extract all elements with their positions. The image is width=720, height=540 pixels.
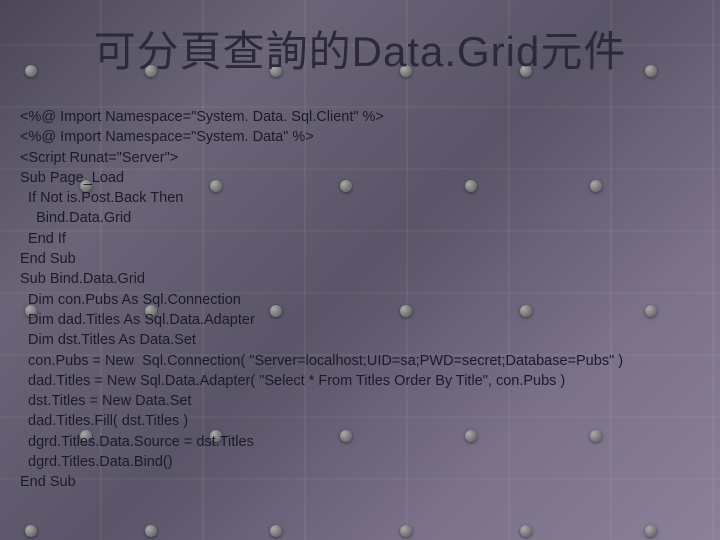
- mesh-node: [270, 525, 282, 537]
- code-line: Dim dad.Titles As Sql.Data.Adapter: [20, 312, 255, 328]
- slide-title: 可分頁查詢的Data.Grid元件: [0, 0, 720, 79]
- code-line: End If: [20, 231, 66, 247]
- mesh-node: [400, 525, 412, 537]
- mesh-node: [645, 525, 657, 537]
- code-line: End Sub: [20, 474, 76, 490]
- code-line: dgrd.Titles.Data.Source = dst.Titles: [20, 434, 254, 450]
- code-line: <Script Runat="Server">: [20, 150, 178, 166]
- code-line: dad.Titles = New Sql.Data.Adapter( "Sele…: [20, 373, 565, 389]
- code-line: Dim con.Pubs As Sql.Connection: [20, 292, 241, 308]
- mesh-node: [520, 525, 532, 537]
- mesh-node: [145, 525, 157, 537]
- code-line: dst.Titles = New Data.Set: [20, 393, 192, 409]
- code-line: Dim dst.Titles As Data.Set: [20, 332, 196, 348]
- code-block: <%@ Import Namespace="System. Data. Sql.…: [0, 79, 720, 493]
- code-line: Sub Page_Load: [20, 170, 124, 186]
- code-line: Bind.Data.Grid: [20, 210, 131, 226]
- code-line: <%@ Import Namespace="System. Data" %>: [20, 129, 314, 145]
- code-line: End Sub: [20, 251, 76, 267]
- code-line: If Not is.Post.Back Then: [20, 190, 183, 206]
- code-line: con.Pubs = New Sql.Connection( "Server=l…: [20, 353, 623, 369]
- mesh-node: [25, 525, 37, 537]
- code-line: Sub Bind.Data.Grid: [20, 271, 145, 287]
- code-line: <%@ Import Namespace="System. Data. Sql.…: [20, 109, 384, 125]
- code-line: dgrd.Titles.Data.Bind(): [20, 454, 173, 470]
- code-line: dad.Titles.Fill( dst.Titles ): [20, 413, 188, 429]
